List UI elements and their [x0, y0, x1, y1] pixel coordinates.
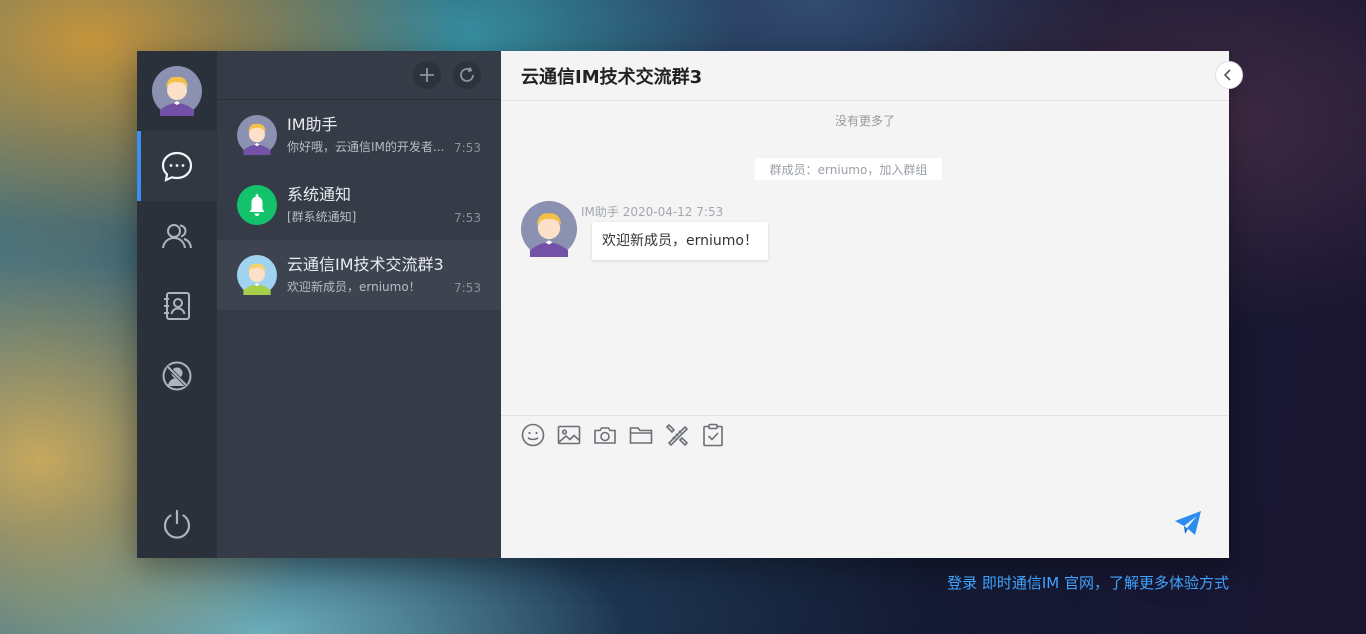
- conversation-time: 7:53: [454, 141, 481, 155]
- message-list[interactable]: 没有更多了 群成员：erniumo，加入群组 IM助手 2020-04-12 7…: [501, 101, 1229, 415]
- chevron-left-icon: [1222, 68, 1232, 82]
- folder-icon[interactable]: [629, 423, 653, 447]
- refresh-icon: [458, 66, 476, 84]
- chat-panel: 云通信IM技术交流群3 没有更多了 群成员：erniumo，加入群组 IM助手 …: [501, 51, 1243, 558]
- address-book-icon: [161, 290, 193, 322]
- nav-address-book[interactable]: [137, 271, 217, 341]
- message-composer[interactable]: [501, 415, 1229, 558]
- navigation-rail: [137, 51, 217, 558]
- composer-toolbar: [501, 416, 1229, 447]
- conversation-preview: 欢迎新成员，erniumo！: [287, 280, 421, 294]
- conversation-item[interactable]: IM助手 你好哦，云通信IM的开发者... 7:53: [217, 100, 501, 170]
- message-meta: IM助手 2020-04-12 7:53: [581, 205, 724, 219]
- conversation-toolbar: [217, 51, 501, 100]
- logout-button[interactable]: [161, 508, 193, 540]
- sender-avatar[interactable]: [521, 201, 577, 257]
- plus-icon: [418, 66, 436, 84]
- blocked-user-icon: [161, 360, 193, 392]
- conversation-item-active[interactable]: 云通信IM技术交流群3 欢迎新成员，erniumo！ 7:53: [217, 240, 501, 310]
- nav-blacklist[interactable]: [137, 341, 217, 411]
- my-avatar[interactable]: [152, 66, 202, 116]
- refresh-button[interactable]: [453, 61, 481, 89]
- green-person-avatar: [237, 255, 277, 295]
- add-conversation-button[interactable]: [413, 61, 441, 89]
- message-bubble[interactable]: 欢迎新成员，erniumo！: [592, 222, 768, 260]
- purple-person-avatar: [237, 115, 277, 155]
- send-button[interactable]: [1173, 508, 1203, 538]
- power-icon: [161, 508, 193, 540]
- nav-conversations[interactable]: [137, 131, 217, 201]
- image-icon[interactable]: [557, 423, 581, 447]
- conversation-name: 云通信IM技术交流群3: [287, 255, 444, 274]
- clipboard-check-icon[interactable]: [701, 423, 725, 447]
- send-icon: [1173, 508, 1203, 538]
- conversation-name: 系统通知: [287, 185, 352, 204]
- conversation-preview: [群系统通知]: [287, 210, 357, 224]
- conversation-preview: 你好哦，云通信IM的开发者...: [287, 140, 445, 154]
- conversation-time: 7:53: [454, 211, 481, 225]
- message-item: IM助手 2020-04-12 7:53 欢迎新成员，erniumo！: [521, 201, 768, 260]
- conversation-time: 7:53: [454, 281, 481, 295]
- chat-header: 云通信IM技术交流群3: [501, 51, 1243, 101]
- chat-title: 云通信IM技术交流群3: [521, 66, 703, 88]
- camera-icon[interactable]: [593, 423, 617, 447]
- toggle-group-profile-button[interactable]: [1215, 61, 1243, 89]
- im-app-window: IM助手 你好哦，云通信IM的开发者... 7:53 系统通知 [群系统通知]: [137, 51, 1243, 558]
- chat-bubble-icon: [160, 149, 194, 183]
- nav-friends[interactable]: [137, 201, 217, 271]
- conversation-item[interactable]: 系统通知 [群系统通知] 7:53: [217, 170, 501, 240]
- group-tip-message: 群成员：erniumo，加入群组: [755, 158, 942, 180]
- no-more-messages-label: 没有更多了: [834, 114, 895, 128]
- conversation-name: IM助手: [287, 115, 338, 134]
- conversation-list-panel: IM助手 你好哦，云通信IM的开发者... 7:53 系统通知 [群系统通知]: [217, 51, 501, 558]
- contacts-icon: [161, 220, 193, 252]
- system-notice-avatar: [237, 185, 277, 225]
- official-site-link[interactable]: 登录 即时通信IM 官网，了解更多体验方式: [947, 572, 1229, 593]
- tools-icon[interactable]: [665, 423, 689, 447]
- emoji-icon[interactable]: [521, 423, 545, 447]
